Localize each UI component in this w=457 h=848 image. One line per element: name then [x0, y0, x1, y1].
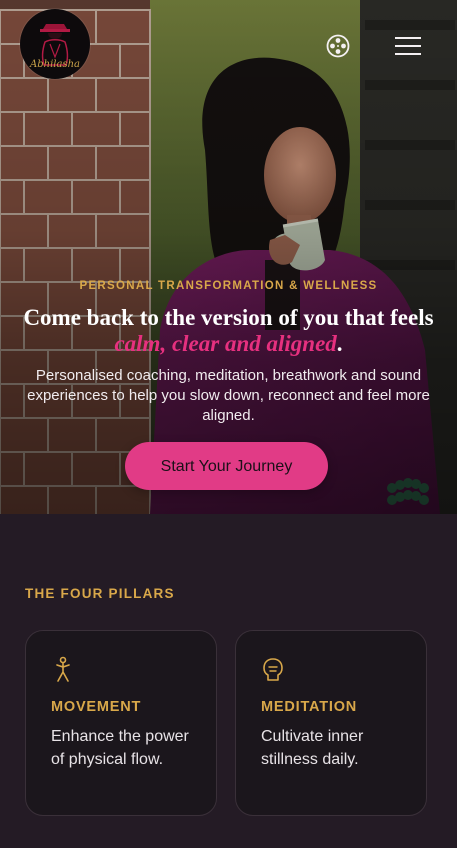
menu-button[interactable] [395, 36, 421, 56]
pillar-card-title: MOVEMENT [51, 699, 142, 715]
film-reel-button[interactable] [326, 34, 350, 58]
movement-figure-icon [56, 656, 70, 682]
pillar-card-description: Enhance the power of physical flow. [51, 728, 189, 768]
start-journey-button[interactable]: Start Your Journey [125, 442, 328, 490]
pillar-card-title: MEDITATION [261, 699, 358, 715]
pillar-card-movement[interactable]: MOVEMENT Enhance the power of physical f… [25, 630, 217, 816]
hamburger-menu-icon [395, 37, 421, 55]
film-reel-icon [326, 34, 350, 58]
brand-logo[interactable]: Abhilasha [20, 9, 90, 79]
hero-section: Abhilasha PERSONAL TRANSFORMATION & WELL… [0, 0, 457, 514]
pillar-card-description: Cultivate inner stillness daily. [261, 728, 364, 768]
logo-wordmark: Abhilasha [30, 59, 80, 70]
headline-line: Come back to the version of you that fee… [23, 305, 434, 330]
meditation-head-icon [263, 658, 283, 681]
pillar-card-meditation[interactable]: MEDITATION Cultivate inner stillness dai… [235, 630, 427, 816]
hero-subtext: Personalised coaching, meditation, breat… [27, 367, 430, 424]
headline-accent-line: calm, clear and aligned. [0, 331, 457, 357]
hero-eyebrow: PERSONAL TRANSFORMATION & WELLNESS [79, 280, 378, 292]
headline-accent: calm, clear and aligned [114, 331, 337, 356]
pillars-section-title: THE FOUR PILLARS [25, 586, 175, 601]
hero-headline: Come back to the version of you that fee… [0, 305, 457, 357]
headline-period: . [336, 331, 343, 356]
